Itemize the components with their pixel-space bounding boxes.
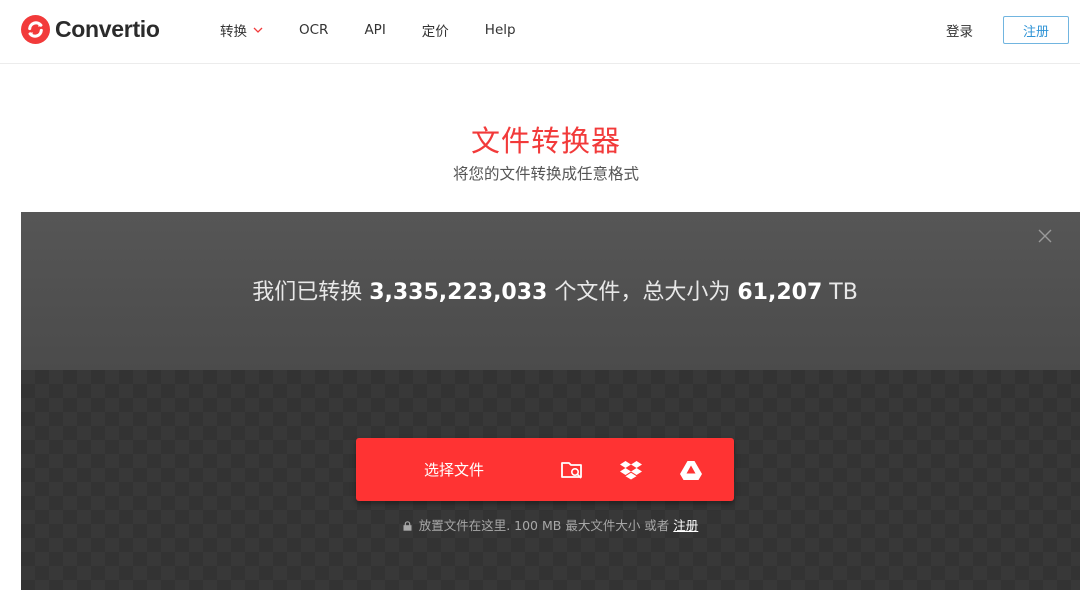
nav-item-api[interactable]: API bbox=[364, 20, 385, 40]
converter-panel: 我们已转换 3,335,223,033 个文件，总大小为 61,207 TB 选… bbox=[21, 212, 1080, 590]
drop-note: 放置文件在这里. 100 MB 最大文件大小 或者 注册 bbox=[21, 515, 1080, 534]
main-nav: 转换 OCR API 定价 Help bbox=[220, 20, 552, 40]
files-count: 3,335,223,033 bbox=[369, 280, 548, 305]
stats-middle: 个文件，总大小为 bbox=[554, 280, 731, 305]
conversion-stats: 我们已转换 3,335,223,033 个文件，总大小为 61,207 TB bbox=[21, 274, 1080, 306]
nav-item-label: 定价 bbox=[421, 24, 449, 40]
register-button[interactable]: 注册 bbox=[1003, 16, 1069, 44]
close-icon[interactable] bbox=[1038, 229, 1052, 243]
chevron-down-icon bbox=[253, 27, 263, 33]
nav-item-label: OCR bbox=[299, 22, 329, 38]
dropbox-icon[interactable] bbox=[618, 457, 644, 483]
nav-item-pricing[interactable]: 定价 bbox=[422, 20, 449, 40]
choose-files-button[interactable]: 选择文件 bbox=[356, 438, 552, 501]
page-title: 文件转换器 bbox=[470, 124, 621, 158]
google-drive-icon[interactable] bbox=[678, 457, 704, 483]
login-link[interactable]: 登录 bbox=[946, 20, 973, 40]
drop-note-text: 放置文件在这里. 100 MB 最大文件大小 或者 bbox=[418, 518, 670, 533]
drop-note-register-link[interactable]: 注册 bbox=[673, 518, 698, 533]
top-header: Convertio 转换 OCR API 定价 Help 登录 注册 bbox=[0, 0, 1080, 64]
folder-search-icon[interactable] bbox=[559, 457, 585, 483]
page-subtitle: 将您的文件转换成任意格式 bbox=[452, 165, 639, 183]
lock-icon bbox=[403, 521, 412, 531]
choose-files-bar: 选择文件 bbox=[356, 438, 734, 501]
nav-item-label: Help bbox=[484, 22, 516, 38]
logo-text: Convertio bbox=[55, 16, 160, 42]
nav-item-ocr[interactable]: OCR bbox=[299, 20, 328, 40]
convertio-logo-icon bbox=[21, 15, 50, 44]
logo[interactable]: Convertio bbox=[21, 15, 160, 44]
nav-item-help[interactable]: Help bbox=[485, 20, 516, 40]
nav-item-convert[interactable]: 转换 bbox=[220, 20, 263, 40]
nav-item-label: API bbox=[364, 22, 386, 38]
total-size: 61,207 bbox=[737, 280, 823, 305]
size-unit: TB bbox=[829, 280, 858, 305]
stats-prefix: 我们已转换 bbox=[252, 280, 363, 305]
nav-item-label: 转换 bbox=[220, 24, 247, 40]
